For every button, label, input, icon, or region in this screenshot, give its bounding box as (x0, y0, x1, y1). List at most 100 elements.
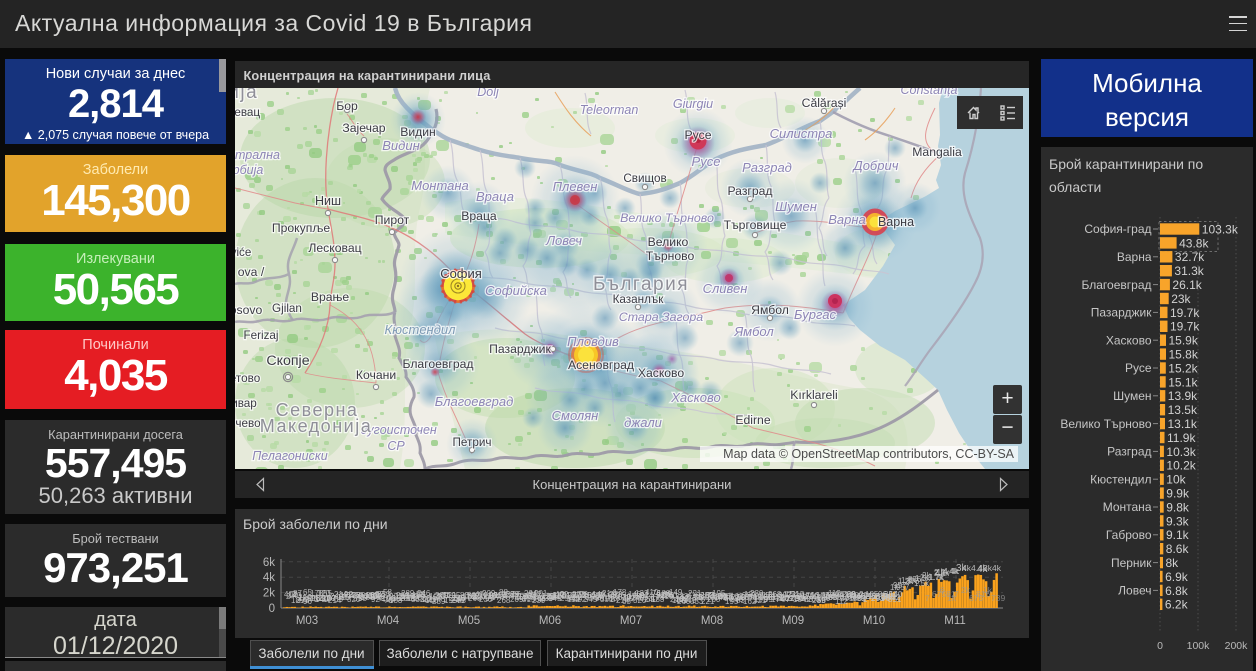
svg-text:София-град: София-град (1084, 222, 1151, 236)
svg-text:13.5k: 13.5k (1168, 403, 1198, 417)
svg-text:Варна: Варна (1117, 250, 1152, 264)
svg-text:15.2k: 15.2k (1168, 361, 1198, 375)
svg-text:Пазарджик: Пазарджик (489, 342, 551, 356)
svg-text:ova /: ova / (238, 265, 265, 279)
svg-text:ивар: ивар (235, 397, 257, 410)
svg-text:10.3k: 10.3k (1166, 445, 1196, 459)
svg-text:43.8k: 43.8k (1179, 236, 1209, 250)
svg-text:15.9k: 15.9k (1169, 334, 1199, 348)
svg-text:Видин: Видин (382, 138, 419, 153)
svg-text:Велико: Велико (648, 235, 689, 249)
svg-text:Пирот: Пирот (375, 213, 410, 227)
svg-text:2: 2 (560, 590, 565, 599)
svg-text:Велико Търново: Велико Търново (620, 211, 714, 225)
svg-text:Стара Загора: Стара Загора (619, 310, 703, 324)
svg-text:2k: 2k (263, 588, 275, 600)
svg-text:Врање: Врање (311, 290, 350, 304)
svg-text:10k: 10k (1166, 473, 1186, 487)
svg-text:бија: бија (235, 88, 258, 103)
svg-text:Прокупље: Прокупље (272, 221, 331, 235)
svg-text:Благоевград: Благоевград (1082, 278, 1152, 292)
svg-text:4k: 4k (992, 563, 1002, 573)
svg-text:Търговище: Търговище (724, 218, 787, 232)
svg-text:Софийска: Софийска (485, 283, 547, 298)
svg-text:Ниш: Ниш (315, 194, 341, 208)
svg-text:Kırklareli: Kırklareli (790, 388, 837, 402)
svg-text:7: 7 (954, 589, 959, 599)
svg-text:15.1k: 15.1k (1168, 375, 1198, 389)
svg-text:10.2k: 10.2k (1166, 459, 1196, 473)
svg-text:Монтана: Монтана (411, 178, 469, 193)
svg-text:Разград: Разград (727, 184, 772, 198)
svg-text:Пазарджик: Пазарджик (1091, 306, 1152, 320)
svg-text:11.9k: 11.9k (1167, 431, 1196, 445)
svg-text:Хасково: Хасково (1106, 333, 1152, 347)
svg-text:Кюстендил: Кюстендил (1090, 472, 1151, 486)
svg-text:Mangalia: Mangalia (912, 145, 962, 159)
svg-text:103.3k: 103.3k (1202, 222, 1239, 236)
svg-text:Бор: Бор (336, 99, 358, 113)
svg-text:Смолян: Смолян (552, 408, 599, 423)
svg-text:България: България (593, 274, 689, 295)
svg-text:Монтана: Монтана (1103, 500, 1152, 514)
svg-text:6.2k: 6.2k (1165, 598, 1189, 612)
svg-text:8.6k: 8.6k (1166, 542, 1190, 556)
svg-text:Зајечар: Зајечар (342, 121, 385, 135)
svg-text:Хасково: Хасково (670, 390, 721, 405)
svg-text:Разград: Разград (742, 160, 792, 175)
svg-text:Map data © OpenStreetMap contr: Map data © OpenStreetMap contributors, C… (723, 447, 1014, 461)
svg-text:9.8k: 9.8k (1166, 500, 1190, 514)
svg-text:области: области (1049, 179, 1101, 195)
svg-text:9.1k: 9.1k (1166, 528, 1190, 542)
svg-text:Силистра: Силистра (770, 126, 833, 141)
svg-text:Ямбол: Ямбол (733, 324, 774, 339)
svg-text:9.9k: 9.9k (1166, 487, 1190, 501)
svg-text:Кюстендил: Кюстендил (385, 322, 457, 337)
svg-text:Благоевград: Благоевград (402, 357, 473, 371)
svg-text:Брой заболели по дни: Брой заболели по дни (243, 516, 388, 532)
svg-text:13.1k: 13.1k (1168, 417, 1198, 431)
svg-text:6.9k: 6.9k (1165, 570, 1189, 584)
svg-text:M03: M03 (296, 615, 318, 627)
svg-text:Враца: Враца (461, 209, 497, 223)
svg-text:Асеновград: Асеновград (568, 358, 634, 372)
svg-text:Габрово: Габрово (1106, 528, 1152, 542)
svg-text:M11: M11 (944, 615, 966, 627)
svg-text:Благоевград: Благоевград (435, 394, 514, 409)
svg-text:Македонија: Македонија (260, 416, 372, 436)
svg-text:чево: чево (235, 417, 261, 430)
svg-text:Русе: Русе (692, 154, 721, 169)
svg-text:джали: джали (624, 415, 662, 430)
svg-text:6.8k: 6.8k (1165, 584, 1189, 598)
svg-text:6k: 6k (263, 557, 275, 569)
svg-text:19.7k: 19.7k (1170, 320, 1200, 334)
svg-text:Ямбол: Ямбол (751, 303, 789, 317)
svg-text:Добрич: Добрич (852, 158, 899, 173)
svg-text:ујевац: ујевац (235, 106, 260, 119)
svg-text:Русе: Русе (1125, 361, 1152, 375)
svg-text:23k: 23k (1171, 292, 1191, 306)
svg-text:Кочани: Кочани (356, 368, 396, 382)
svg-text:Велико Търново: Велико Търново (1060, 417, 1151, 431)
svg-text:M07: M07 (620, 615, 642, 627)
svg-text:739: 739 (991, 593, 1005, 603)
svg-text:M10: M10 (863, 615, 885, 627)
svg-text:M09: M09 (782, 615, 804, 627)
svg-text:4k: 4k (263, 572, 275, 584)
svg-text:Teleorman: Teleorman (580, 103, 639, 117)
svg-text:8k: 8k (1166, 556, 1180, 570)
svg-text:13.9k: 13.9k (1168, 389, 1198, 403)
svg-text:1.5k: 1.5k (914, 579, 930, 588)
svg-text:Ловеч: Ловеч (1118, 584, 1151, 598)
svg-text:0: 0 (269, 603, 275, 615)
svg-text:Враца: Враца (476, 189, 514, 204)
svg-text:Ferizaj: Ferizaj (243, 329, 278, 342)
svg-text:Giurgiu: Giurgiu (673, 97, 713, 111)
svg-text:Сливен: Сливен (703, 281, 748, 296)
svg-text:15.8k: 15.8k (1169, 348, 1199, 362)
svg-text:етово: етово (235, 372, 261, 385)
svg-text:M08: M08 (701, 615, 723, 627)
svg-text:Edirne: Edirne (735, 413, 770, 427)
svg-text:100k: 100k (1187, 640, 1211, 652)
svg-text:рбија: рбија (235, 163, 263, 177)
